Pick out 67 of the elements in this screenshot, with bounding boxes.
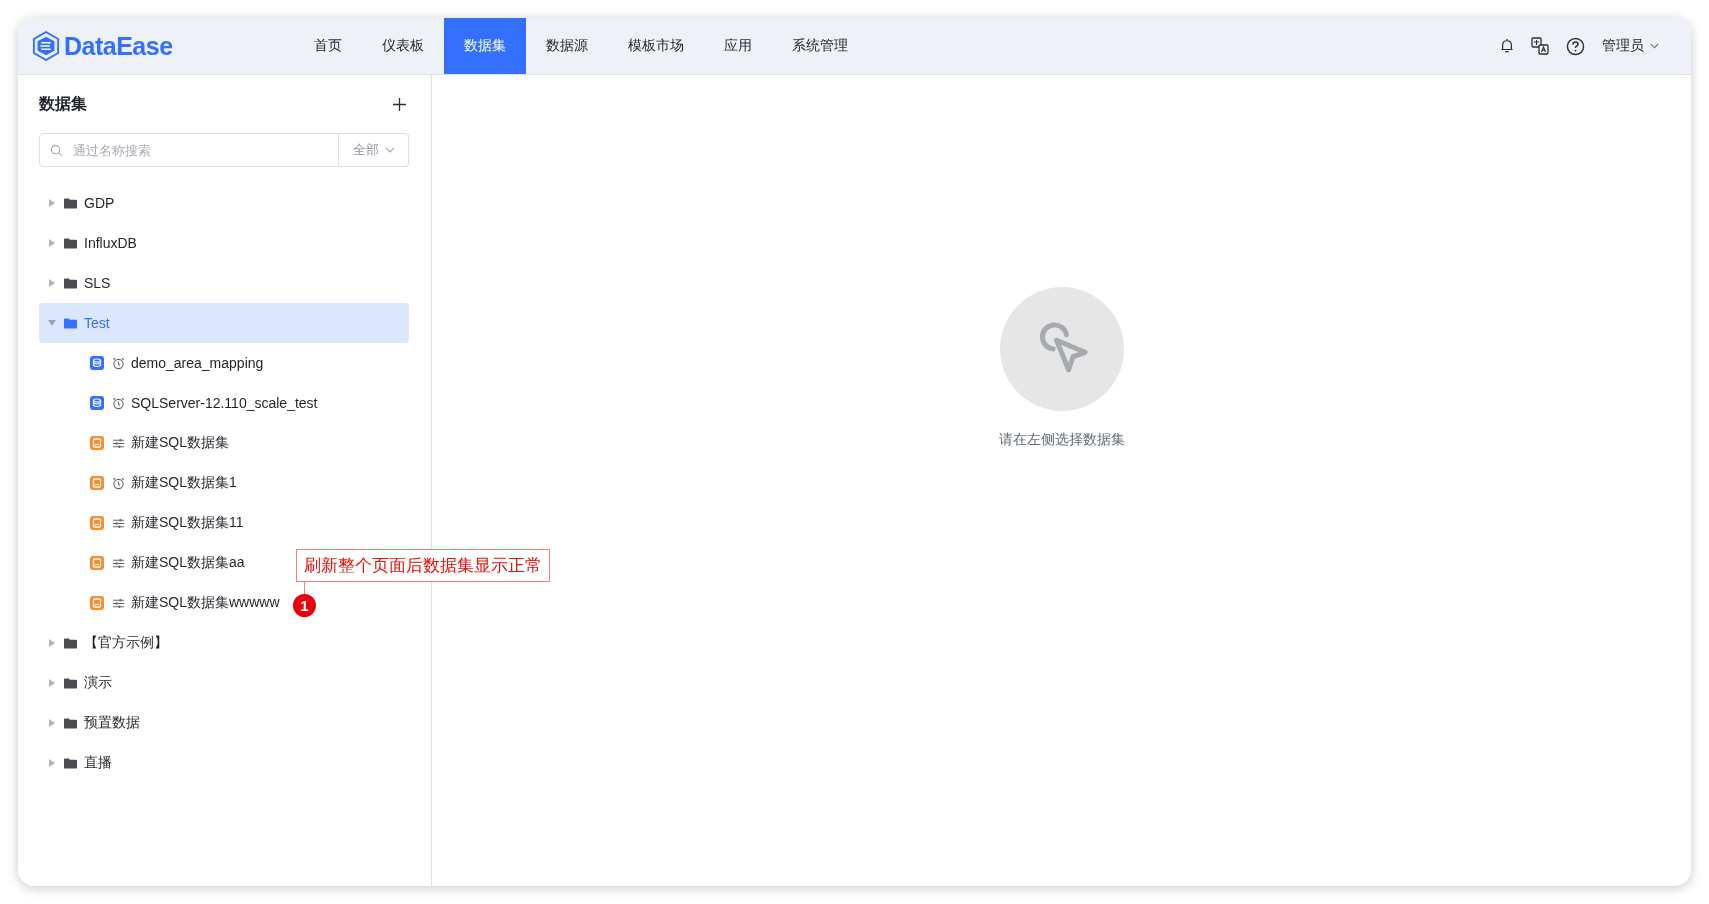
folder-name: SLS <box>84 275 111 291</box>
search-field[interactable]: 通过名称搜索 <box>39 133 339 167</box>
folder-icon <box>64 637 77 649</box>
sql-file-icon <box>90 476 104 490</box>
sql-file-icon <box>90 516 104 530</box>
sql-file-icon <box>90 556 104 570</box>
empty-message: 请在左侧选择数据集 <box>998 431 1125 449</box>
dataset-name: 新建SQL数据集 <box>131 434 229 452</box>
tree-item[interactable]: 新建SQL数据集1 <box>39 463 241 503</box>
folder-name: 演示 <box>84 674 112 692</box>
translate-icon[interactable] <box>1531 37 1549 55</box>
sql-file-icon <box>90 596 104 610</box>
dataset-name: demo_area_mapping <box>131 355 264 371</box>
chevron-down-icon <box>384 147 395 153</box>
logo-text: DataEase <box>64 31 173 61</box>
bell-icon[interactable] <box>1500 38 1514 54</box>
folder-name: 预置数据 <box>84 714 140 732</box>
folder-icon <box>64 677 77 689</box>
dataset-name: 新建SQL数据集wwwww <box>131 594 280 612</box>
tree-item[interactable]: SQLServer-12.110_scale_test <box>39 383 322 423</box>
nav-tab[interactable]: 系统管理 <box>772 18 868 74</box>
user-menu[interactable]: 管理员 <box>1602 37 1671 55</box>
search-icon <box>50 143 63 157</box>
tree-item[interactable]: 【官方示例】 <box>39 623 409 663</box>
database-icon <box>90 396 104 410</box>
folder-icon <box>64 317 77 329</box>
search-input[interactable]: 通过名称搜索 <box>71 141 328 159</box>
tree-item[interactable]: 新建SQL数据集aa <box>39 543 249 583</box>
tree-item[interactable]: GDP <box>39 183 409 223</box>
tree-item[interactable]: 演示 <box>39 663 409 703</box>
sql-file-icon <box>90 436 104 450</box>
folder-name: InfluxDB <box>84 235 137 251</box>
folder-name: 【官方示例】 <box>84 634 168 652</box>
folder-icon <box>64 237 77 249</box>
folder-icon <box>64 717 77 729</box>
tree-item[interactable]: SLS <box>39 263 409 303</box>
nav-tab[interactable]: 首页 <box>294 18 362 74</box>
tree-item[interactable]: 新建SQL数据集 <box>39 423 233 463</box>
tree-item[interactable]: demo_area_mapping <box>39 343 268 383</box>
nav-tab[interactable]: 应用 <box>704 18 772 74</box>
help-icon[interactable] <box>1566 36 1585 56</box>
annotation-number: 1 <box>293 594 316 617</box>
dataset-name: 新建SQL数据集1 <box>131 474 237 492</box>
nav-tab[interactable]: 数据源 <box>526 18 608 74</box>
logo-icon <box>32 31 60 61</box>
leader-line <box>304 582 305 594</box>
tree-item[interactable]: 预置数据 <box>39 703 409 743</box>
dataset-name: 新建SQL数据集11 <box>131 514 244 532</box>
tree-item[interactable]: InfluxDB <box>39 223 409 263</box>
folder-name: GDP <box>84 195 115 211</box>
tree-item[interactable]: 新建SQL数据集wwwww <box>39 583 284 623</box>
folder-icon <box>64 277 77 289</box>
sidebar-title: 数据集 <box>39 93 87 114</box>
folder-name: Test <box>84 315 110 331</box>
chevron-down-icon <box>1650 43 1659 49</box>
folder-name: 直播 <box>84 754 112 772</box>
dataset-name: SQLServer-12.110_scale_test <box>131 395 318 411</box>
dataset-name: 新建SQL数据集aa <box>131 554 245 572</box>
tree-item[interactable]: 直播 <box>39 743 409 783</box>
database-icon <box>90 356 104 370</box>
annotation-callout: 刷新整个页面后数据集显示正常 <box>296 549 550 582</box>
nav-tab[interactable]: 仪表板 <box>362 18 444 74</box>
folder-icon <box>64 757 77 769</box>
tree-item[interactable]: 新建SQL数据集11 <box>39 503 248 543</box>
nav-tab[interactable]: 模板市场 <box>608 18 704 74</box>
folder-icon <box>64 197 77 209</box>
nav-tab[interactable]: 数据集 <box>444 18 526 74</box>
